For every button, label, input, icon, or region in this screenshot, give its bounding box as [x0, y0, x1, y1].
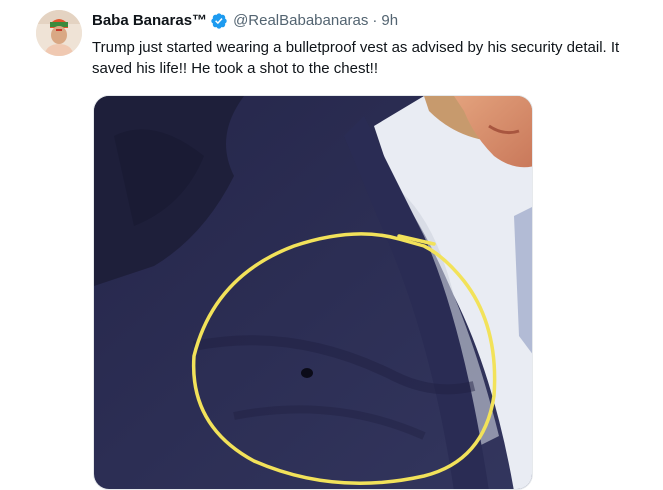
media-photo	[94, 96, 532, 489]
avatar-image	[36, 10, 82, 56]
tweet-text: Trump just started wearing a bulletproof…	[92, 39, 620, 77]
author-handle[interactable]: @RealBababanaras	[233, 11, 368, 31]
tweet: Baba Banaras™ @RealBababanaras · 9h Trum…	[0, 0, 663, 490]
separator-dot: ·	[372, 12, 378, 29]
avatar[interactable]	[36, 10, 82, 56]
timestamp[interactable]: 9h	[381, 11, 398, 31]
tweet-header: Baba Banaras™ @RealBababanaras · 9h	[92, 11, 398, 31]
verified-badge-icon	[210, 12, 228, 30]
display-name[interactable]: Baba Banaras™	[92, 11, 207, 31]
tweet-media[interactable]	[93, 95, 533, 490]
